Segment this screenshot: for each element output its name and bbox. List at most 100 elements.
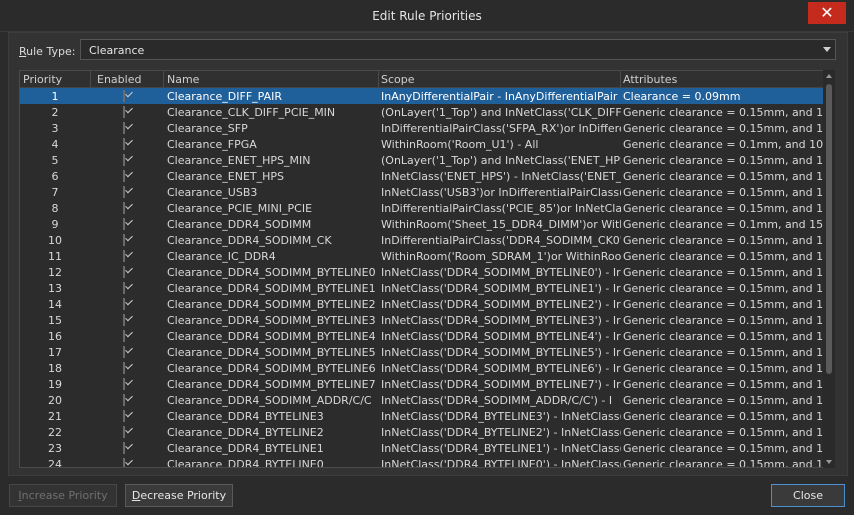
vertical-scrollbar[interactable] — [823, 70, 835, 468]
attributes-cell: Generic clearance = 0.15mm, and 11 val — [623, 106, 827, 119]
table-row[interactable]: 1 Clearance_DIFF_PAIR InAnyDifferentialPai… — [20, 88, 827, 104]
table-row[interactable]: 20 Clearance_DDR4_SODIMM_ADDR/C/C InNetCla… — [20, 392, 827, 408]
rule-type-dropdown[interactable]: Clearance — [80, 39, 836, 60]
enabled-cell — [123, 186, 136, 198]
table-row[interactable]: 23 Clearance_DDR4_BYTELINE1 InNetClass('DD… — [20, 440, 827, 456]
attributes-cell: Generic clearance = 0.1mm, and 15 valu — [623, 218, 827, 231]
table-row[interactable]: 24 Clearance_DDR4_BYTELINE0 InNetClass('DD… — [20, 456, 827, 468]
enabled-checkbox[interactable] — [123, 250, 125, 262]
priority-cell: 15 — [48, 314, 62, 327]
attributes-cell: Generic clearance = 0.15mm, and 12 val — [623, 330, 827, 343]
decrease-priority-button[interactable]: Decrease Priority — [125, 484, 233, 507]
table-row[interactable]: 22 Clearance_DDR4_BYTELINE2 InNetClass('DD… — [20, 424, 827, 440]
attributes-cell: Generic clearance = 0.1mm, and 10 valu — [623, 138, 827, 151]
column-header-scope[interactable]: Scope — [381, 73, 415, 86]
enabled-checkbox[interactable] — [123, 442, 125, 454]
enabled-cell — [123, 394, 136, 406]
table-row[interactable]: 21 Clearance_DDR4_BYTELINE3 InNetClass('DD… — [20, 408, 827, 424]
enabled-checkbox[interactable] — [123, 410, 125, 422]
column-header-enabled[interactable]: Enabled — [97, 73, 141, 86]
column-divider[interactable] — [378, 71, 379, 87]
enabled-cell — [123, 218, 136, 230]
enabled-checkbox[interactable] — [123, 458, 125, 467]
enabled-cell — [123, 202, 136, 214]
enabled-checkbox[interactable] — [123, 282, 125, 294]
column-divider[interactable] — [163, 71, 164, 87]
enabled-cell — [123, 138, 136, 150]
enabled-checkbox[interactable] — [123, 426, 125, 438]
column-divider[interactable] — [90, 71, 91, 87]
attributes-cell: Generic clearance = 0.15mm, and 16 val — [623, 202, 827, 215]
table-row[interactable]: 6 Clearance_ENET_HPS InNetClass('ENET_HPS'… — [20, 168, 827, 184]
table-row[interactable]: 3 Clearance_SFP InDifferentialPairClass('S… — [20, 120, 827, 136]
enabled-checkbox[interactable] — [123, 218, 125, 230]
enabled-cell — [123, 442, 136, 454]
scroll-up-arrow-icon[interactable] — [826, 74, 832, 78]
attributes-cell: Generic clearance = 0.15mm, and 12 val — [623, 410, 827, 423]
enabled-checkbox[interactable] — [123, 90, 125, 102]
column-header-priority[interactable]: Priority — [23, 73, 62, 86]
column-header-attributes[interactable]: Attributes — [623, 73, 677, 86]
table-row[interactable]: 18 Clearance_DDR4_SODIMM_BYTELINE6 InNetCl… — [20, 360, 827, 376]
enabled-checkbox[interactable] — [123, 378, 125, 390]
scope-cell: InNetClass('DDR4_SODIMM_BYTELINE6') - Ir — [381, 362, 621, 375]
enabled-cell — [123, 298, 136, 310]
scope-cell: InNetClass('DDR4_BYTELINE0') - InNetClas… — [381, 458, 621, 468]
scrollbar-thumb[interactable] — [826, 84, 832, 374]
table-row[interactable]: 12 Clearance_DDR4_SODIMM_BYTELINE0 InNetCl… — [20, 264, 827, 280]
rules-table[interactable]: Priority Enabled Name Scope Attributes 1… — [19, 70, 834, 468]
enabled-checkbox[interactable] — [123, 394, 125, 406]
increase-priority-button[interactable]: Increase Priority — [9, 484, 117, 507]
table-row[interactable]: 11 Clearance_IC_DDR4 WithinRoom('Room_SDRA… — [20, 248, 827, 264]
enabled-checkbox[interactable] — [123, 234, 125, 246]
enabled-checkbox[interactable] — [123, 122, 125, 134]
attributes-cell: Generic clearance = 0.15mm, and 14 val — [623, 186, 827, 199]
table-row[interactable]: 2 Clearance_CLK_DIFF_PCIE_MIN (OnLayer('1_… — [20, 104, 827, 120]
scope-cell: InNetClass('DDR4_SODIMM_ADDR/C/C') - I — [381, 394, 613, 407]
table-row[interactable]: 5 Clearance_ENET_HPS_MIN (OnLayer('1_Top')… — [20, 152, 827, 168]
table-row[interactable]: 10 Clearance_DDR4_SODIMM_CK InDifferential… — [20, 232, 827, 248]
attributes-cell: Generic clearance = 0.15mm, and 12 val — [623, 298, 827, 311]
table-row[interactable]: 7 Clearance_USB3 InNetClass('USB3')or InDi… — [20, 184, 827, 200]
scroll-down-arrow-icon[interactable] — [826, 460, 832, 464]
scope-cell: InNetClass('ENET_HPS') - InNetClass('ENE… — [381, 170, 621, 183]
attributes-cell: Generic clearance = 0.15mm, and 13 val — [623, 122, 827, 135]
rule-type-label: Rule Type: — [19, 45, 75, 58]
table-row[interactable]: 19 Clearance_DDR4_SODIMM_BYTELINE7 InNetCl… — [20, 376, 827, 392]
window-close-icon[interactable]: ✕ — [808, 2, 846, 24]
table-row[interactable]: 14 Clearance_DDR4_SODIMM_BYTELINE2 InNetCl… — [20, 296, 827, 312]
table-row[interactable]: 16 Clearance_DDR4_SODIMM_BYTELINE4 InNetCl… — [20, 328, 827, 344]
close-button[interactable]: Close — [771, 484, 845, 507]
enabled-checkbox[interactable] — [123, 170, 125, 182]
table-row[interactable]: 17 Clearance_DDR4_SODIMM_BYTELINE5 InNetCl… — [20, 344, 827, 360]
column-divider[interactable] — [620, 71, 621, 87]
enabled-checkbox[interactable] — [123, 266, 125, 278]
enabled-cell — [123, 314, 136, 326]
enabled-checkbox[interactable] — [123, 362, 125, 374]
priority-cell: 24 — [48, 458, 62, 468]
priority-cell: 5 — [51, 154, 59, 167]
name-cell: Clearance_DDR4_SODIMM — [167, 218, 312, 231]
attributes-cell: Generic clearance = 0.15mm, and 12 val — [623, 426, 827, 439]
name-cell: Clearance_DDR4_SODIMM_BYTELINE1 — [167, 282, 376, 295]
enabled-checkbox[interactable] — [123, 186, 125, 198]
enabled-checkbox[interactable] — [123, 346, 125, 358]
enabled-checkbox[interactable] — [123, 330, 125, 342]
enabled-checkbox[interactable] — [123, 154, 125, 166]
enabled-checkbox[interactable] — [123, 314, 125, 326]
enabled-checkbox[interactable] — [123, 202, 125, 214]
name-cell: Clearance_FPGA — [167, 138, 257, 151]
table-row[interactable]: 4 Clearance_FPGA WithinRoom('Room_U1') - A… — [20, 136, 827, 152]
table-row[interactable]: 13 Clearance_DDR4_SODIMM_BYTELINE1 InNetCl… — [20, 280, 827, 296]
attributes-cell: Generic clearance = 0.15mm, and 12 val — [623, 282, 827, 295]
table-row[interactable]: 9 Clearance_DDR4_SODIMM WithinRoom('Sheet_… — [20, 216, 827, 232]
enabled-checkbox[interactable] — [123, 138, 125, 150]
enabled-checkbox[interactable] — [123, 106, 125, 118]
column-header-name[interactable]: Name — [167, 73, 199, 86]
table-row[interactable]: 8 Clearance_PCIE_MINI_PCIE InDifferentialP… — [20, 200, 827, 216]
dialog-panel: Rule Type: Clearance Priority Enabled Na… — [8, 32, 848, 476]
enabled-checkbox[interactable] — [123, 298, 125, 310]
table-row[interactable]: 15 Clearance_DDR4_SODIMM_BYTELINE3 InNetCl… — [20, 312, 827, 328]
name-cell: Clearance_DDR4_SODIMM_BYTELINE4 — [167, 330, 376, 343]
enabled-cell — [123, 458, 136, 467]
